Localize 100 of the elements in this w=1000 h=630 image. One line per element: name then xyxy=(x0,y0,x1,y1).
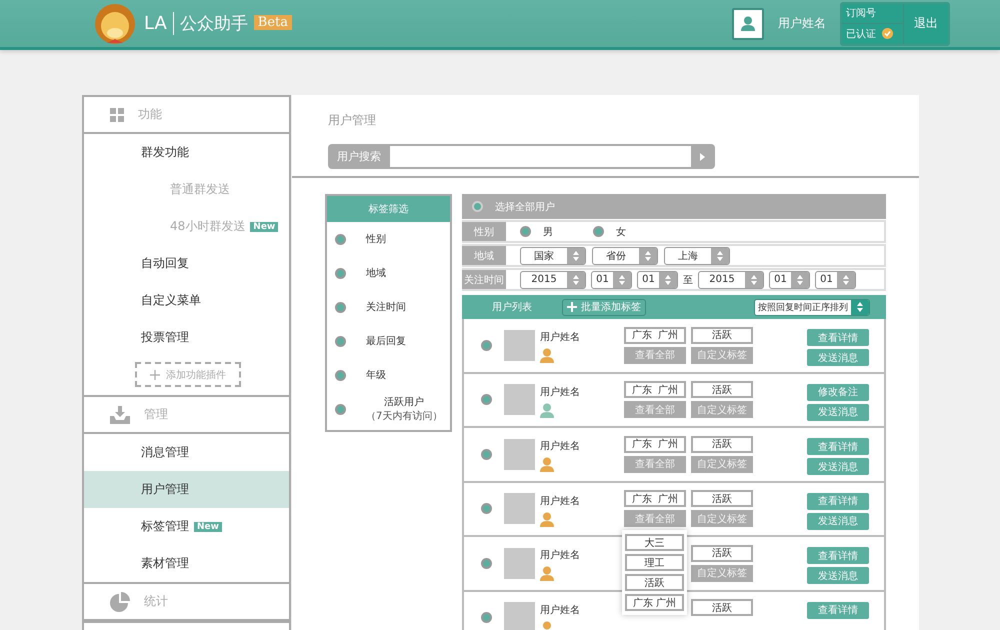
select-all-label: 选择全部用户 xyxy=(495,200,555,214)
row-radio[interactable] xyxy=(481,558,492,569)
spinner-icon xyxy=(619,274,625,284)
logo-text: LA xyxy=(144,13,167,34)
spinner-icon xyxy=(573,274,579,284)
custom-tag-button[interactable]: 自定义标签 xyxy=(691,510,753,528)
location-tag: 广东 广州 xyxy=(624,381,686,398)
action-button[interactable]: 查看详情 xyxy=(807,547,869,564)
send-message-button[interactable]: 发送消息 xyxy=(807,458,869,475)
filter-radio[interactable] xyxy=(335,234,346,244)
range-separator: 至 xyxy=(683,274,693,286)
verified-status: 已认证 xyxy=(842,24,903,44)
status-tag: 活跃 xyxy=(691,490,753,508)
send-message-button[interactable]: 发送消息 xyxy=(807,567,869,584)
filter-radio[interactable] xyxy=(335,370,346,380)
pie-chart-icon xyxy=(110,592,130,612)
custom-tag-button[interactable]: 自定义标签 xyxy=(691,456,753,473)
new-badge: New xyxy=(250,222,278,232)
location-tag: 广东 广州 xyxy=(624,490,686,508)
filter-label: 地域 xyxy=(366,266,386,280)
action-button[interactable]: 查看详情 xyxy=(807,329,869,346)
user-avatar[interactable] xyxy=(732,8,764,40)
status-tag: 活跃 xyxy=(691,381,753,398)
action-button[interactable]: 查看详情 xyxy=(807,602,869,618)
avatar-placeholder xyxy=(504,493,535,524)
filter-radio[interactable] xyxy=(335,336,346,346)
filter-label: 最后回复 xyxy=(366,334,406,348)
criteria-label: 地域 xyxy=(462,246,506,265)
user-name: 用户姓名 xyxy=(540,440,581,453)
date-select[interactable]: 01 xyxy=(591,270,632,288)
popup-tag[interactable]: 理工 xyxy=(625,554,684,572)
spinner-icon xyxy=(645,250,651,260)
status-tag: 活跃 xyxy=(691,326,753,344)
row-radio[interactable] xyxy=(481,503,492,514)
popup-tag[interactable]: 大三 xyxy=(625,534,684,552)
region-select[interactable]: 国家 xyxy=(520,246,586,264)
avatar-placeholder xyxy=(504,438,535,470)
popup-tag[interactable]: 广东 广州 xyxy=(625,594,684,612)
date-select[interactable]: 2015 xyxy=(520,270,586,288)
spinner-icon xyxy=(843,274,849,284)
sidebar-section-header[interactable]: 统计 xyxy=(84,584,289,621)
check-icon xyxy=(882,28,893,40)
avatar-placeholder xyxy=(504,330,535,361)
beta-badge: Beta xyxy=(254,14,292,30)
add-plugin-button[interactable]: 添加功能插件 xyxy=(135,362,241,387)
view-all-button[interactable]: 查看全部 xyxy=(624,510,686,528)
user-name: 用户姓名 xyxy=(540,548,581,562)
send-message-button[interactable]: 发送消息 xyxy=(807,512,869,530)
view-all-button[interactable]: 查看全部 xyxy=(624,401,686,418)
action-button[interactable]: 查看详情 xyxy=(807,438,869,455)
view-all-button[interactable]: 查看全部 xyxy=(624,346,686,364)
custom-tag-button[interactable]: 自定义标签 xyxy=(691,401,753,418)
filter-label: 关注时间 xyxy=(366,300,406,314)
row-radio[interactable] xyxy=(481,394,492,406)
bulk-add-tag-button[interactable]: 批量添加标签 xyxy=(562,298,646,316)
user-name: 用户姓名 xyxy=(540,494,581,508)
search-bar[interactable]: 用户搜索 xyxy=(328,144,715,169)
user-name: 用户姓名 xyxy=(778,15,826,32)
play-icon xyxy=(700,152,704,160)
custom-tag-button[interactable]: 自定义标签 xyxy=(691,564,753,582)
user-name: 用户姓名 xyxy=(540,604,581,616)
date-select[interactable]: 01 xyxy=(637,270,678,288)
criteria-label: 性别 xyxy=(462,222,506,241)
search-field[interactable] xyxy=(390,146,691,167)
select-all-radio[interactable] xyxy=(472,201,483,212)
view-all-button[interactable]: 查看全部 xyxy=(624,456,686,473)
grid-icon xyxy=(110,108,124,122)
avatar-placeholder xyxy=(504,602,535,630)
date-select[interactable]: 2015 xyxy=(698,270,764,288)
date-select[interactable]: 01 xyxy=(769,270,810,288)
spinner-icon xyxy=(665,274,671,284)
page-title: 用户管理 xyxy=(328,112,377,129)
custom-tag-button[interactable]: 自定义标签 xyxy=(691,346,753,364)
action-button[interactable]: 修改备注 xyxy=(807,384,869,400)
location-tag: 广东 广州 xyxy=(624,326,686,344)
user-name: 用户姓名 xyxy=(540,386,581,398)
filter-label: 性别 xyxy=(366,232,386,246)
gender-radio[interactable] xyxy=(593,226,604,237)
status-tag: 活跃 xyxy=(691,436,753,453)
sidebar-item[interactable]: 用户管理 xyxy=(84,471,289,508)
action-button[interactable]: 查看详情 xyxy=(807,492,869,510)
row-radio[interactable] xyxy=(481,448,492,460)
popup-tag[interactable]: 活跃 xyxy=(625,574,684,592)
filter-radio[interactable] xyxy=(335,268,346,278)
filter-radio[interactable] xyxy=(335,302,346,312)
sort-select[interactable]: 按照回复时间正序排列 xyxy=(754,298,870,316)
list-title: 用户列表 xyxy=(492,300,532,314)
avatar-placeholder xyxy=(504,548,535,579)
avatar-placeholder xyxy=(504,384,535,416)
date-select[interactable]: 01 xyxy=(815,270,856,288)
send-message-button[interactable]: 发送消息 xyxy=(807,404,869,420)
filter-radio[interactable] xyxy=(335,404,346,414)
region-select[interactable]: 上海 xyxy=(664,246,730,264)
row-radio[interactable] xyxy=(481,340,492,351)
plus-icon xyxy=(150,370,160,380)
row-radio[interactable] xyxy=(481,612,492,624)
region-select[interactable]: 省份 xyxy=(592,246,658,264)
filter-note: （7天内有访问） xyxy=(366,410,442,423)
gender-radio[interactable] xyxy=(520,226,531,237)
send-message-button[interactable]: 发送消息 xyxy=(807,349,869,366)
